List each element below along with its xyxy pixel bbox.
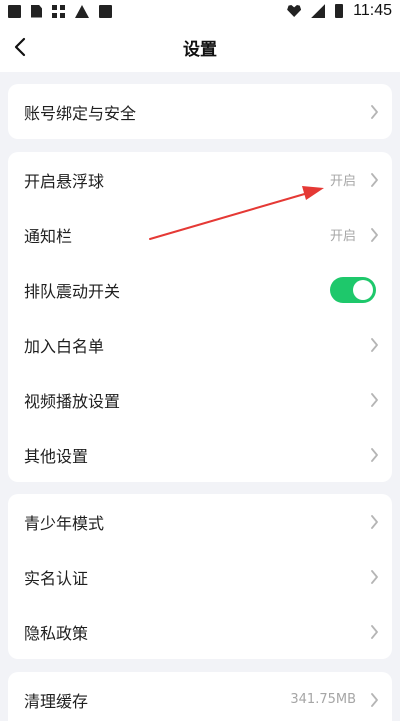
settings-row-floating-ball[interactable]: 开启悬浮球 开启 bbox=[8, 152, 392, 207]
settings-row-account-security[interactable]: 账号绑定与安全 bbox=[8, 84, 392, 139]
settings-row-youth-mode[interactable]: 青少年模式 bbox=[8, 494, 392, 549]
signal-icon bbox=[311, 4, 326, 18]
settings-row-queue-vibration: 排队震动开关 bbox=[8, 262, 392, 317]
back-button[interactable] bbox=[8, 34, 32, 60]
row-label: 视频播放设置 bbox=[24, 391, 121, 411]
row-value: 开启 bbox=[329, 229, 356, 244]
settings-row-video-playback[interactable]: 视频播放设置 bbox=[8, 372, 392, 427]
account-card: 账号绑定与安全 bbox=[8, 84, 392, 139]
row-label: 账号绑定与安全 bbox=[24, 103, 137, 123]
battery-icon bbox=[335, 4, 344, 18]
feature-settings-card: 开启悬浮球 开启 通知栏 开启 排队震动开关 加入白名单 视频播放设置 其他设置 bbox=[8, 152, 392, 482]
status-time: 11:45 bbox=[353, 2, 392, 19]
chevron-right-icon bbox=[370, 227, 378, 242]
page-title: 设置 bbox=[183, 39, 217, 60]
settings-row-privacy-policy[interactable]: 隐私政策 bbox=[8, 604, 392, 659]
settings-row-real-name[interactable]: 实名认证 bbox=[8, 549, 392, 604]
warning-icon bbox=[75, 4, 89, 18]
settings-row-whitelist[interactable]: 加入白名单 bbox=[8, 317, 392, 372]
privacy-card: 青少年模式 实名认证 隐私政策 bbox=[8, 494, 392, 659]
row-label: 其他设置 bbox=[24, 446, 89, 466]
row-value: 341.75MB bbox=[290, 692, 356, 707]
row-label: 实名认证 bbox=[24, 568, 89, 588]
chevron-left-icon bbox=[14, 37, 26, 57]
app-icon bbox=[99, 4, 112, 18]
chevron-right-icon bbox=[370, 104, 378, 119]
toggle-knob bbox=[353, 279, 373, 300]
chevron-right-icon bbox=[370, 569, 378, 584]
top-nav-bar: 设置 bbox=[0, 22, 400, 72]
settings-row-clear-cache[interactable]: 清理缓存 341.75MB bbox=[8, 672, 392, 721]
row-label: 隐私政策 bbox=[24, 623, 89, 643]
chevron-right-icon bbox=[370, 392, 378, 407]
row-label: 青少年模式 bbox=[24, 513, 105, 533]
grid-icon bbox=[52, 4, 65, 18]
row-label: 开启悬浮球 bbox=[24, 171, 105, 191]
notification-icon bbox=[8, 4, 21, 18]
row-label: 清理缓存 bbox=[24, 691, 89, 711]
document-icon bbox=[31, 4, 42, 18]
chevron-right-icon bbox=[370, 337, 378, 352]
row-label: 加入白名单 bbox=[24, 336, 105, 356]
chevron-right-icon bbox=[370, 172, 378, 187]
row-value: 开启 bbox=[329, 174, 356, 189]
chevron-right-icon bbox=[370, 624, 378, 639]
row-label: 排队震动开关 bbox=[24, 281, 121, 301]
chevron-right-icon bbox=[370, 514, 378, 529]
row-label: 通知栏 bbox=[24, 226, 73, 246]
settings-row-other-settings[interactable]: 其他设置 bbox=[8, 427, 392, 482]
cache-card: 清理缓存 341.75MB bbox=[8, 672, 392, 721]
settings-row-notification-bar[interactable]: 通知栏 开启 bbox=[8, 207, 392, 262]
wifi-icon bbox=[287, 5, 302, 17]
chevron-right-icon bbox=[370, 447, 378, 462]
queue-vibration-toggle[interactable] bbox=[330, 276, 376, 303]
chevron-right-icon bbox=[370, 692, 378, 707]
status-bar: 11:45 bbox=[0, 0, 400, 22]
